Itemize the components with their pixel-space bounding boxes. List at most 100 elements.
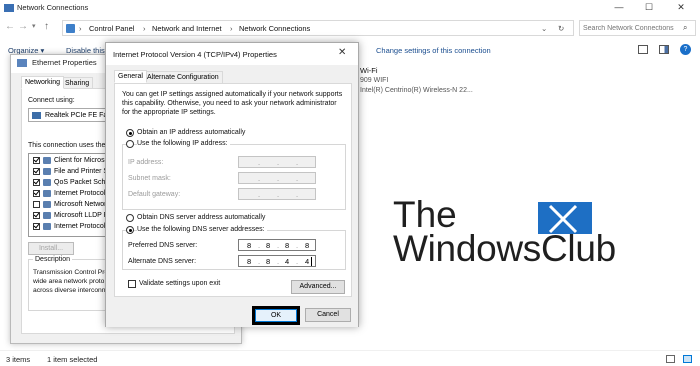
component-icon (43, 223, 51, 230)
component-checkbox[interactable] (33, 190, 40, 197)
preview-pane-icon[interactable] (659, 45, 669, 54)
validate-checkbox[interactable] (128, 280, 136, 288)
component-name: Microsoft LLDP Pr (54, 212, 111, 219)
breadcrumb-sep-icon[interactable]: › (230, 24, 233, 33)
advanced-button[interactable]: Advanced... (291, 280, 345, 294)
dns-octet: 8 (305, 241, 310, 250)
dns-octet: 8 (266, 241, 271, 250)
component-name: Client for Microsof (54, 157, 111, 164)
item-count: 3 items (6, 355, 31, 364)
obtain-dns-auto-radio[interactable] (126, 214, 134, 222)
status-bar: 3 items 1 item selected (0, 350, 700, 366)
breadcrumb-network-connections[interactable]: Network Connections (239, 24, 310, 33)
preferred-dns-field[interactable]: 8. 8. 8. 8 (238, 239, 316, 251)
subnet-mask-label: Subnet mask: (128, 175, 171, 182)
component-checkbox[interactable] (33, 201, 40, 208)
network-adapter-icon (17, 59, 27, 67)
tiles-view-icon[interactable] (683, 355, 692, 363)
use-following-ip-label[interactable]: Use the following IP address: (137, 140, 230, 147)
dns-octet: 8 (247, 241, 252, 250)
address-dropdown-icon[interactable]: ⌄ (541, 24, 547, 33)
logo-text-line2: WindowsClub (393, 228, 616, 269)
wifi-connection-name[interactable]: Wi-Fi (360, 66, 378, 75)
obtain-dns-auto-label[interactable]: Obtain DNS server address automatically (137, 214, 265, 221)
network-folder-icon (4, 4, 14, 12)
component-checkbox[interactable] (33, 223, 40, 230)
install-button[interactable]: Install... (28, 242, 74, 255)
recent-chevron-icon[interactable]: ▾ (32, 22, 36, 30)
component-icon (43, 179, 51, 186)
components-label: This connection uses the fo (28, 142, 114, 149)
default-gateway-label: Default gateway: (128, 191, 181, 198)
component-checkbox[interactable] (33, 179, 40, 186)
breadcrumb-sep-icon[interactable]: › (143, 24, 146, 33)
dns-octet: 4 (285, 257, 290, 266)
network-connections-titlebar: Network Connections — ☐ ✕ (0, 0, 700, 16)
search-icon[interactable]: ⌕ (683, 23, 687, 33)
ethernet-title: Ethernet Properties (32, 58, 97, 67)
component-checkbox[interactable] (33, 168, 40, 175)
preferred-dns-label: Preferred DNS server: (128, 242, 198, 249)
refresh-icon[interactable]: ↻ (558, 24, 564, 33)
component-name: QoS Packet Sche (54, 179, 110, 186)
connect-using-label: Connect using: (28, 97, 75, 104)
component-name: Internet Protocol V (54, 223, 112, 230)
component-icon (43, 157, 51, 164)
text-cursor (311, 257, 312, 266)
alternate-dns-field[interactable]: 8. 8. 4. 4 (238, 255, 316, 267)
address-box[interactable]: › Control Panel › Network and Internet ›… (62, 20, 574, 36)
close-icon[interactable]: ✕ (338, 47, 346, 58)
component-checkbox[interactable] (33, 212, 40, 219)
use-following-dns-label[interactable]: Use the following DNS server addresses: (137, 226, 267, 233)
component-checkbox[interactable] (33, 157, 40, 164)
back-arrow-icon[interactable]: ← (5, 21, 15, 32)
address-bar-row: ← → ▾ ↑ › Control Panel › Network and In… (0, 18, 700, 38)
dialog-title: Internet Protocol Version 4 (TCP/IPv4) P… (113, 50, 277, 59)
component-name: Internet Protocol V (54, 190, 112, 197)
search-box[interactable]: ⌕ (579, 20, 696, 36)
cancel-button[interactable]: Cancel (305, 308, 351, 322)
ip-address-field: ... (238, 156, 316, 168)
alternate-dns-label: Alternate DNS server: (128, 258, 197, 265)
wifi-ssid: 909 WIFI (360, 77, 389, 84)
wifi-adapter-name: Intel(R) Centrino(R) Wireless-N 22... (360, 87, 473, 94)
tab-networking[interactable]: Networking (21, 76, 65, 89)
dns-octet: 4 (305, 257, 310, 266)
up-arrow-icon[interactable]: ↑ (44, 21, 49, 32)
selection-count: 1 item selected (47, 355, 98, 364)
view-options-icon[interactable] (638, 45, 648, 54)
breadcrumb-network-internet[interactable]: Network and Internet (152, 24, 222, 33)
tab-general[interactable]: General (114, 70, 147, 83)
intro-line: You can get IP settings assigned automat… (122, 91, 343, 98)
component-icon (43, 201, 51, 208)
close-window-button[interactable]: ✕ (666, 0, 696, 16)
use-following-dns-radio[interactable] (126, 226, 134, 234)
obtain-ip-auto-label[interactable]: Obtain an IP address automatically (137, 129, 245, 136)
adapter-name: Realtek PCIe FE Fam (45, 112, 114, 119)
change-settings-command[interactable]: Change settings of this connection (376, 46, 491, 55)
intro-line: this capability. Otherwise, you need to … (122, 100, 337, 107)
forward-arrow-icon[interactable]: → (18, 21, 28, 32)
subnet-mask-field: ... (238, 172, 316, 184)
windows-logo-icon (538, 202, 592, 234)
maximize-button[interactable]: ☐ (634, 0, 664, 16)
validate-label[interactable]: Validate settings upon exit (139, 280, 220, 287)
dns-octet: 8 (285, 241, 290, 250)
default-gateway-field: ... (238, 188, 316, 200)
use-following-ip-radio[interactable] (126, 140, 134, 148)
ok-button[interactable]: OK (252, 306, 300, 325)
dns-octet: 8 (266, 257, 271, 266)
ipv4-properties-dialog: Internet Protocol Version 4 (TCP/IPv4) P… (105, 42, 359, 327)
component-icon (43, 190, 51, 197)
window-title: Network Connections (17, 3, 89, 12)
details-view-icon[interactable] (666, 355, 675, 363)
obtain-ip-auto-radio[interactable] (126, 129, 134, 137)
breadcrumb-sep-icon[interactable]: › (79, 24, 82, 33)
general-panel: You can get IP settings assigned automat… (114, 83, 352, 297)
breadcrumb-control-panel[interactable]: Control Panel (89, 24, 134, 33)
search-input[interactable] (583, 22, 679, 34)
ip-address-label: IP address: (128, 159, 164, 166)
component-icon (43, 212, 51, 219)
minimize-button[interactable]: — (604, 0, 634, 16)
help-icon[interactable]: ? (680, 44, 691, 55)
